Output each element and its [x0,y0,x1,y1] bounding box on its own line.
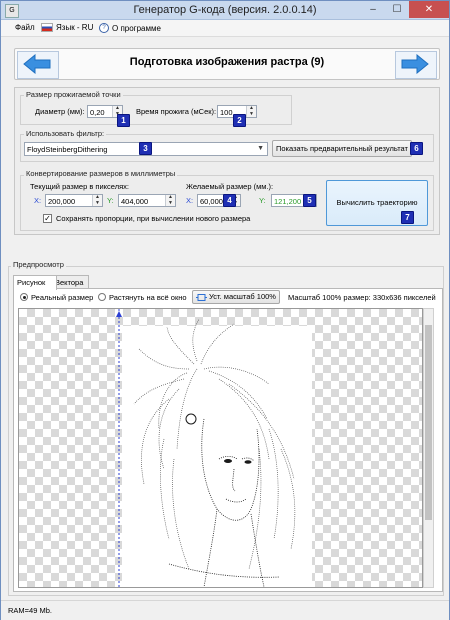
real-size-label: Реальный размер [31,293,94,302]
compute-trajectory-label: Вычислить траекторию [336,198,418,207]
menu-language[interactable]: Язык - RU [41,23,93,32]
back-button[interactable] [17,51,59,79]
marker-badge-4: 4 [223,194,236,207]
tab-picture[interactable]: Рисунок [13,275,57,290]
title-bar: G Генератор G-кода (версия. 2.0.0.14) ‒ … [1,1,449,20]
marker-badge-7: 7 [401,211,414,224]
menu-about-label: О программе [112,23,161,33]
burn-group-title: Размер прожигаемой точки [24,90,123,99]
maximize-button[interactable]: ☐ [385,1,409,18]
current-y-label: Y: [107,196,114,205]
spinner-arrows-icon[interactable]: ▲▼ [246,105,256,117]
real-size-radio[interactable] [20,293,28,301]
current-y-value: 404,000 [121,196,149,206]
page-title: Подготовка изображения растра (9) [129,56,325,68]
step-header: Подготовка изображения растра (9) [14,48,440,80]
arrow-left-icon [23,54,51,74]
menu-file[interactable]: Файл [15,23,35,32]
desired-x-label: X: [186,196,194,205]
show-preview-button[interactable]: Показать предварительный результат [272,140,412,157]
desired-y-label: Y: [259,196,266,205]
keep-ratio-checkbox[interactable]: ✓ [43,214,52,223]
show-preview-label: Показать предварительный результат [276,144,408,153]
set-zoom-100-label: Уст. масштаб 100% [209,292,276,301]
status-bar: RAM=49 Mb. [1,600,449,620]
stretch-radio[interactable] [98,293,106,301]
desired-size-label: Желаемый размер (мм.): [186,182,274,191]
arrow-right-icon [401,54,429,74]
current-x-value: 200,000 [48,196,76,206]
preview-vertical-scrollbar[interactable] [423,308,434,588]
current-size-label: Текущий размер в пикселях: [30,182,129,191]
preview-group-title: Предпросмотр [11,260,66,269]
desired-y-value: 121,200 [274,196,302,206]
spinner-arrows-icon[interactable]: ▲▼ [165,194,175,206]
diameter-label: Диаметр (мм): [35,107,85,116]
zoom-fit-icon [196,294,207,301]
menu-bar: Файл Язык - RU ? О программе [1,20,449,37]
menu-about[interactable]: ? О программе [99,23,161,33]
main-window: G Генератор G-кода (версия. 2.0.0.14) ‒ … [0,0,450,620]
filter-selected-value: FloydSteinbergDithering [27,145,108,154]
minimize-button[interactable]: ‒ [361,1,385,18]
dithered-portrait-image [116,309,312,587]
diameter-value: 0,20 [90,107,105,117]
filter-group-title: Использовать фильтр: [24,129,107,138]
marker-badge-6: 6 [410,142,423,155]
scrollbar-thumb[interactable] [425,325,432,520]
current-x-label: X: [34,196,42,205]
scale-info-text: Масштаб 100% размер: 330х636 пикселей [288,293,436,302]
convert-group-title: Конвертирование размеров в миллиметры [24,169,178,178]
question-icon: ? [99,23,109,33]
stretch-label: Растянуть на всё окно [109,293,187,302]
marker-badge-2: 2 [233,114,246,127]
preview-canvas[interactable] [18,308,423,588]
desired-x-value: 60,000 [200,196,223,206]
forward-button[interactable] [395,51,437,79]
marker-badge-1: 1 [117,114,130,127]
settings-panel: Размер прожигаемой точки Диаметр (мм): 0… [14,87,440,235]
marker-badge-3: 3 [139,142,152,155]
current-x-field[interactable]: 200,000 ▲ ▼ [45,194,103,207]
set-zoom-100-button[interactable]: Уст. масштаб 100% [192,290,280,304]
marker-badge-5: 5 [303,194,316,207]
burn-time-value: 100 [220,107,233,117]
menu-language-label: Язык - RU [56,23,94,32]
spinner-arrows-icon[interactable]: ▲▼ [92,194,102,206]
russian-flag-icon [41,23,53,32]
menu-file-label: Файл [15,23,35,32]
chevron-down-icon: ▼ [257,145,264,152]
current-y-field[interactable]: 404,000 ▲ ▼ [118,194,176,207]
close-button[interactable]: ✕ [409,1,449,18]
keep-ratio-label: Сохранять пропорции, при вычислении ново… [56,214,251,223]
burn-time-label: Время прожига (мСек): [136,107,217,116]
ram-status: RAM=49 Mb. [8,606,52,615]
